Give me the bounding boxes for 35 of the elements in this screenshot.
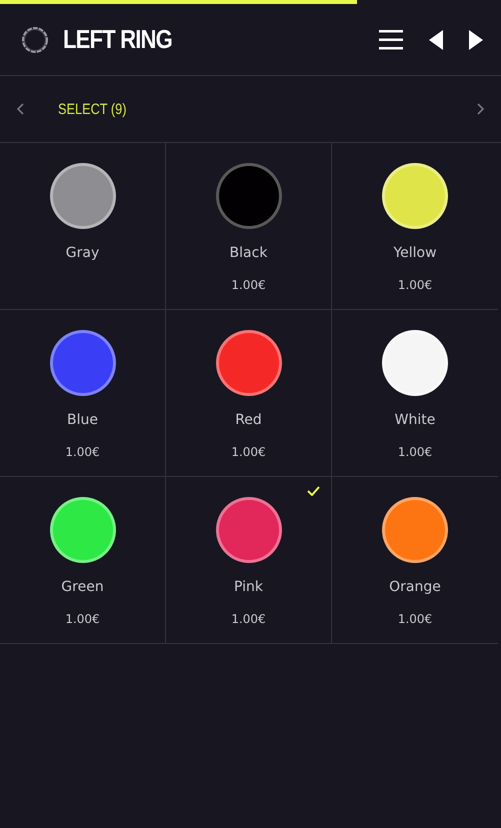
color-option[interactable]: Green 1.00€ — [0, 477, 166, 644]
price: 1.00€ — [65, 445, 100, 459]
chevron-right-icon[interactable] — [477, 103, 485, 115]
color-name: Pink — [234, 579, 263, 595]
page-title: LEFT RING — [63, 24, 173, 55]
color-option[interactable]: Yellow 1.00€ — [332, 143, 498, 310]
color-name: Red — [235, 412, 262, 428]
color-name: White — [394, 412, 436, 428]
color-name: Blue — [67, 412, 98, 428]
color-option[interactable]: Blue 1.00€ — [0, 310, 166, 477]
price: 1.00€ — [231, 445, 266, 459]
color-option[interactable]: White 1.00€ — [332, 310, 498, 477]
color-option[interactable]: Red 1.00€ — [166, 310, 332, 477]
color-option[interactable]: Pink 1.00€ — [166, 477, 332, 644]
price: 1.00€ — [398, 278, 432, 292]
color-name: Yellow — [393, 245, 437, 261]
chevron-left-icon[interactable] — [16, 103, 24, 115]
next-icon[interactable] — [469, 30, 483, 50]
color-name: Green — [61, 579, 104, 595]
color-name: Orange — [389, 579, 441, 595]
ring-icon — [20, 24, 50, 54]
color-name: Black — [230, 245, 268, 261]
select-label: SELECT (9) — [58, 100, 128, 118]
previous-icon[interactable] — [429, 30, 443, 50]
price: 1.00€ — [231, 612, 266, 626]
check-icon — [307, 486, 320, 496]
color-option[interactable]: Black 1.00€ — [166, 143, 332, 310]
price: 1.00€ — [398, 612, 432, 626]
menu-icon[interactable] — [379, 28, 403, 50]
price: 1.00€ — [398, 445, 432, 459]
price: 1.00€ — [65, 612, 100, 626]
color-option[interactable]: Orange 1.00€ — [332, 477, 498, 644]
price: 1.00€ — [231, 278, 266, 292]
color-name: Gray — [66, 245, 100, 261]
color-option[interactable]: Gray — [0, 143, 166, 310]
